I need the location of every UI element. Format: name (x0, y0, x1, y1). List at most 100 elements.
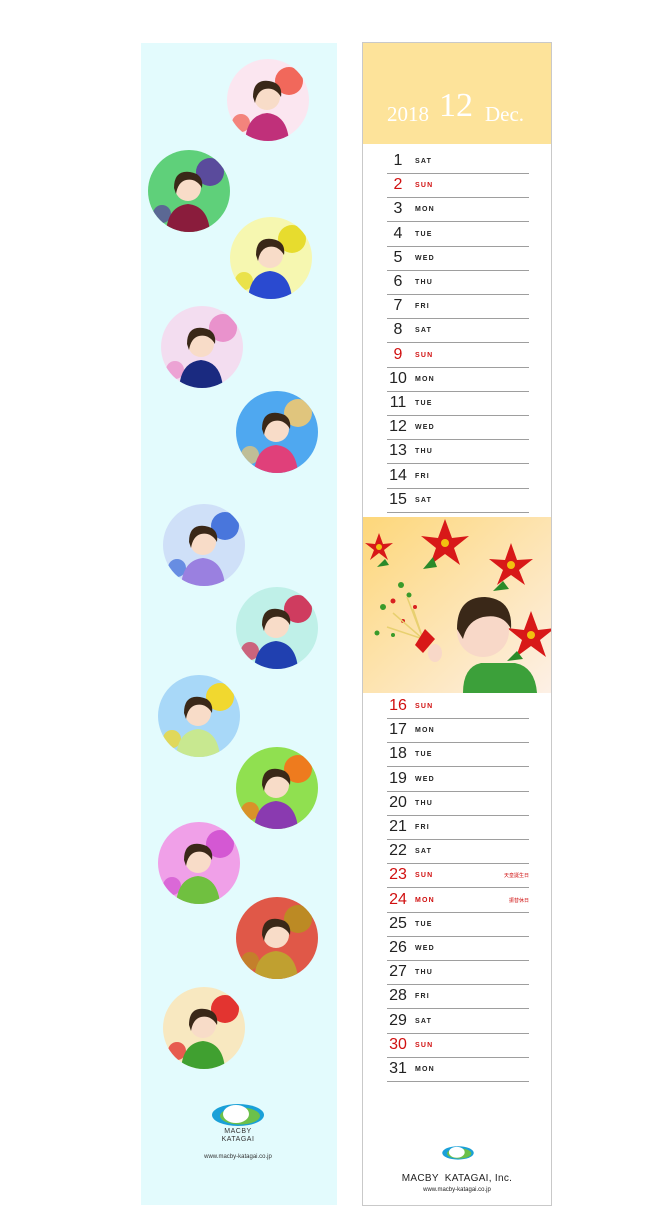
left-brand-text: MACBY KATAGAI (221, 1128, 255, 1143)
day-row: 25 TUE (387, 912, 529, 937)
day-row: 30 SUN (387, 1033, 529, 1058)
day-row: 16 SUN (387, 694, 529, 719)
macby-logo-icon (212, 1104, 264, 1126)
day-of-week: THU (415, 969, 433, 977)
day-of-week: THU (415, 448, 433, 456)
illustration-circle-woman-umbrella (163, 504, 245, 586)
day-number: 18 (389, 745, 407, 763)
day-number: 1 (393, 152, 403, 169)
calendar-panel: 2018 12 Dec. 1 SAT 2 SUN 3 MON 4 TUE 5 WED 6 THU 7 FR… (362, 42, 552, 1206)
day-row: 13 THU (387, 439, 529, 465)
day-number: 9 (393, 345, 403, 363)
day-row: 12 WED (387, 415, 529, 441)
day-of-week: MON (415, 206, 435, 214)
illustration-circle-woman-camellia (227, 59, 309, 141)
day-row: 28 FRI (387, 984, 529, 1010)
holiday-note: 天皇誕生日 (503, 873, 529, 880)
day-row: 11 TUE (387, 391, 529, 416)
day-row: 27 THU (387, 960, 529, 986)
calendar-header: 2018 12 Dec. (363, 43, 551, 144)
day-number: 12 (389, 418, 407, 436)
day-row: 26 WED (387, 936, 529, 961)
day-of-week: SAT (415, 496, 433, 504)
day-number: 25 (389, 914, 407, 932)
day-number: 7 (393, 297, 403, 315)
day-of-week: SUN (415, 703, 434, 710)
day-number: 5 (393, 248, 403, 266)
illustration-circle-legs-rapeseed (230, 217, 312, 299)
day-of-week: MON (415, 896, 435, 904)
day-of-week: SUN (415, 1041, 434, 1049)
day-row: 4 TUE (387, 222, 529, 247)
day-of-week: FRI (415, 824, 430, 831)
day-of-week: MON (415, 727, 435, 735)
day-number: 20 (389, 793, 407, 811)
day-row: 14 FRI (387, 464, 529, 489)
year: 2018 (387, 102, 429, 126)
day-row: 21 FRI (387, 815, 529, 840)
day-number: 24 (389, 890, 407, 908)
illustration-circle-woman-poppy (236, 587, 318, 669)
day-of-week: SAT (415, 1017, 433, 1025)
holiday-note: 振替休日 (508, 897, 529, 904)
day-number: 26 (389, 939, 407, 956)
day-of-week: SAT (415, 327, 433, 335)
day-row: 22 SAT (387, 839, 529, 865)
day-of-week: WED (415, 775, 435, 783)
illustration-circle-woman-hat (236, 391, 318, 473)
macby-logo-icon-footer (442, 1146, 474, 1160)
illustration-circle-sleeping-sunflower (158, 675, 240, 757)
day-number: 19 (389, 769, 407, 787)
day-of-week: WED (415, 424, 435, 432)
day-of-week: FRI (415, 472, 430, 480)
day-row: 19 WED (387, 767, 529, 792)
day-of-week: SUN (415, 351, 434, 359)
day-number: 11 (389, 394, 407, 411)
day-number: 21 (389, 818, 407, 835)
day-row: 5 WED (387, 246, 529, 271)
day-number: 10 (389, 369, 407, 387)
day-row: 9 SUN (387, 343, 529, 368)
day-of-week: THU (415, 279, 433, 286)
poinsettia-illustration (363, 517, 551, 693)
day-row: 8 SAT (387, 318, 529, 344)
day-number: 22 (389, 842, 407, 860)
day-of-week: MON (415, 1066, 435, 1073)
footer-brand: MACBY KATAGAI, Inc. (401, 1173, 513, 1184)
day-of-week: TUE (415, 230, 433, 238)
day-of-week: WED (415, 945, 435, 952)
day-of-week: TUE (415, 400, 433, 407)
illustration-circle-woman-pansies (148, 150, 230, 232)
illustration-circle-woman-tea (236, 897, 318, 979)
illustration-circle-curtain-window (236, 747, 318, 829)
day-of-week: MON (415, 375, 435, 383)
day-number: 16 (389, 697, 407, 714)
left-url: www.macby-katagai.co.jp (204, 1154, 272, 1160)
day-of-week: FRI (415, 993, 430, 1001)
day-row: 17 MON (387, 718, 529, 744)
day-of-week: TUE (415, 751, 433, 759)
day-number: 30 (389, 1035, 407, 1053)
day-row: 15 SAT (387, 488, 529, 513)
footer-url: www.macby-katagai.co.jp (423, 1187, 491, 1193)
day-number: 3 (393, 200, 403, 218)
day-number: 4 (393, 224, 403, 242)
day-number: 6 (393, 273, 403, 290)
illustration-circle-poinsettia-person (163, 987, 245, 1069)
day-number: 17 (389, 721, 407, 739)
day-of-week: SUN (415, 872, 434, 880)
day-number: 29 (389, 1011, 407, 1029)
month-number: 12 (439, 87, 473, 124)
day-of-week: SUN (415, 182, 434, 190)
illustration-circle-woman-cosmos (158, 822, 240, 904)
day-number: 13 (389, 442, 407, 460)
day-of-week: TUE (415, 920, 433, 928)
day-of-week: SAT (415, 848, 433, 856)
day-of-week: WED (415, 254, 435, 262)
day-number: 31 (389, 1060, 407, 1077)
day-row: 20 THU (387, 791, 529, 816)
day-of-week: THU (415, 799, 433, 807)
month-name: Dec. (485, 102, 525, 126)
day-row: 18 TUE (387, 742, 529, 768)
day-row: 6 THU (387, 270, 529, 295)
